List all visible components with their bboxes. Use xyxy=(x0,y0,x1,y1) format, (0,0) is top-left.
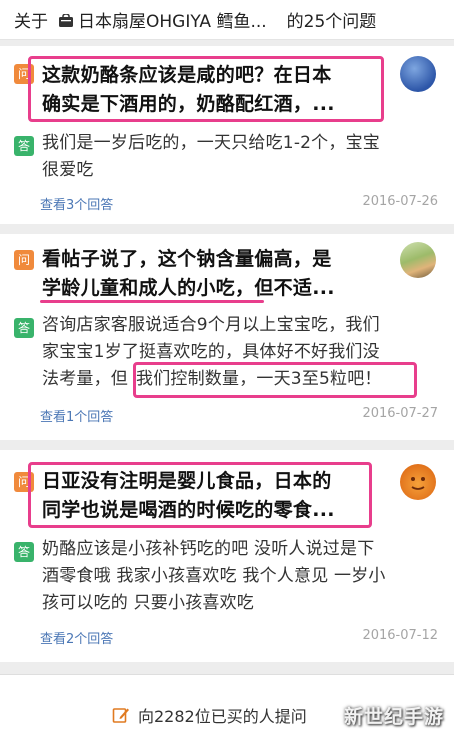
shopping-bag-icon xyxy=(59,13,73,27)
question-line-2: 学龄儿童和成人的小吃，但不适... xyxy=(42,277,335,299)
ask-question-button[interactable]: 向2282位已买的人提问 xyxy=(112,703,307,727)
question-date: 2016-07-12 xyxy=(362,628,438,643)
answer-line-2: 很爱吃 xyxy=(42,160,94,180)
view-answers-link[interactable]: 查看1个回答 xyxy=(40,406,113,425)
edit-pen-icon xyxy=(112,708,129,723)
watermark: 新世纪手游 xyxy=(343,706,444,728)
answer-line-3: 孩可以吃的 只要小孩喜欢吃 xyxy=(42,593,255,613)
avatar-photo[interactable] xyxy=(400,242,436,278)
question-card[interactable]: 问 日亚没有注明是婴儿食品，日本的 同学也说是喝酒的时候吃的零食... 答 奶酪… xyxy=(0,450,454,662)
question-badge: 问 xyxy=(14,250,34,270)
question-date: 2016-07-27 xyxy=(362,406,438,421)
question-line-2: 同学也说是喝酒的时候吃的零食... xyxy=(42,499,335,521)
avatar-blue[interactable] xyxy=(400,56,436,92)
answer-line-1: 我们是一岁后吃的，一天只给吃1-2个，宝宝 xyxy=(42,133,380,153)
header-store-name[interactable]: 日本扇屋OHGIYA 鳕鱼... xyxy=(78,7,267,32)
emoji-face-icon xyxy=(411,477,425,490)
qa-page: 关于 日本扇屋OHGIYA 鳕鱼... 的25个问题 问 这款奶酪条应该是咸的吧… xyxy=(0,0,454,737)
answer-badge: 答 xyxy=(14,542,34,562)
question-card[interactable]: 问 看帖子说了，这个钠含量偏高，是 学龄儿童和成人的小吃，但不适... 答 咨询… xyxy=(0,234,454,440)
view-answers-link[interactable]: 查看3个回答 xyxy=(40,194,113,213)
page-header: 关于 日本扇屋OHGIYA 鳕鱼... 的25个问题 xyxy=(0,0,454,40)
avatar-orange-emoji[interactable] xyxy=(400,464,436,500)
answer-line-1: 奶酪应该是小孩补钙吃的吧 没听人说过是下 xyxy=(42,539,375,559)
highlight-underline xyxy=(40,300,264,303)
question-highlighted-phrase: 学龄儿童和成人的小吃 xyxy=(42,277,236,299)
question-line-2: 确实是下酒用的，奶酪配红酒，... xyxy=(42,93,335,115)
question-line-1: 看帖子说了，这个钠含量偏高，是 xyxy=(42,248,332,270)
header-question-count: 的25个问题 xyxy=(286,12,377,32)
question-line-1: 这款奶酪条应该是咸的吧？在日本 xyxy=(42,64,332,86)
answer-line-2: 酒零食哦 我家小孩喜欢吃 我个人意见 一岁小 xyxy=(42,566,386,586)
answer-badge: 答 xyxy=(14,136,34,156)
question-line-1: 日亚没有注明是婴儿食品，日本的 xyxy=(42,470,332,492)
answer-line-1: 咨询店家客服说适合9个月以上宝宝吃，我们 xyxy=(42,315,380,335)
highlight-box xyxy=(133,362,417,398)
answer-badge: 答 xyxy=(14,318,34,338)
question-date: 2016-07-26 xyxy=(362,194,438,209)
ask-question-bar[interactable]: 向2282位已买的人提问 新世纪手游 xyxy=(0,674,454,737)
header-prefix: 关于 xyxy=(14,12,48,32)
view-answers-link[interactable]: 查看2个回答 xyxy=(40,628,113,647)
question-card[interactable]: 问 这款奶酪条应该是咸的吧？在日本 确实是下酒用的，奶酪配红酒，... 答 我们… xyxy=(0,46,454,224)
ask-question-label: 向2282位已买的人提问 xyxy=(138,707,307,726)
